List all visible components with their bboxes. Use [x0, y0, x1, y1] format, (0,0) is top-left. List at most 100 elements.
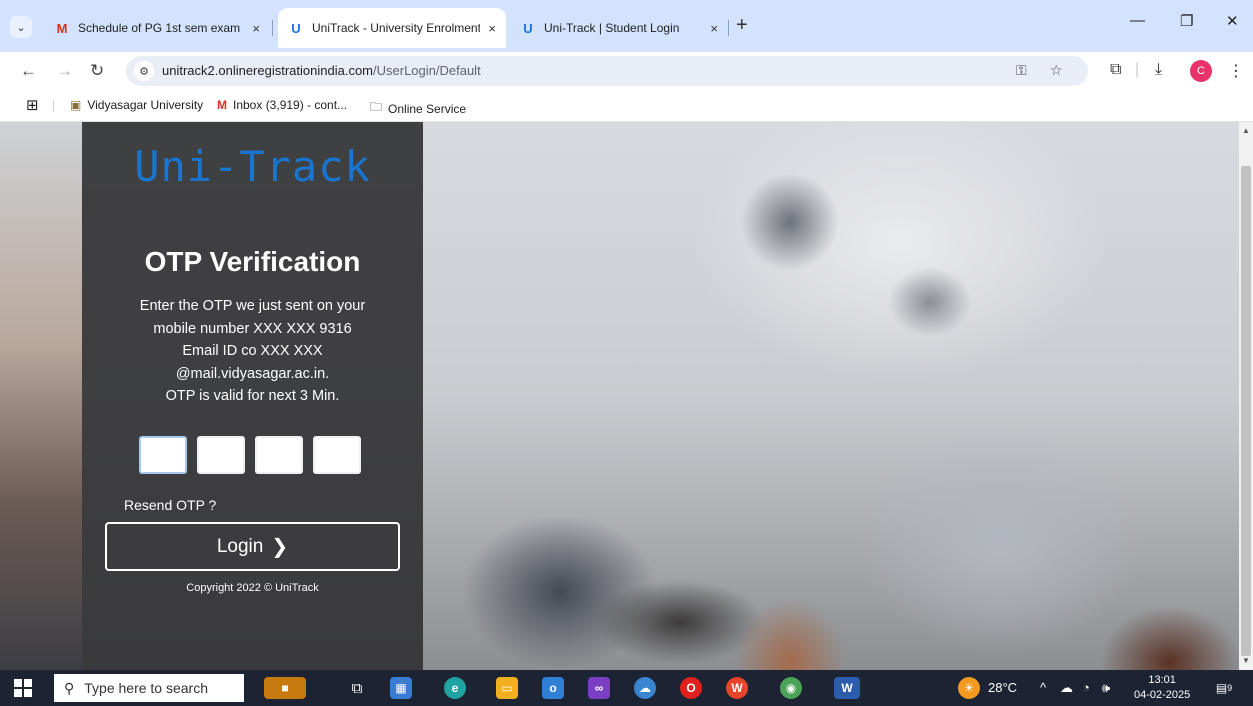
profile-avatar[interactable]: C — [1190, 60, 1212, 82]
scrollbar-thumb[interactable] — [1241, 166, 1251, 656]
briefcase-icon[interactable]: ■ — [264, 677, 306, 699]
cloud-icon[interactable]: ☁ — [634, 677, 656, 699]
instruction-line: mobile number XXX XXX 9316 — [153, 320, 352, 337]
onedrive-icon[interactable]: ☁ — [1060, 680, 1073, 696]
search-icon: ⚲ — [64, 679, 75, 696]
wifi-icon[interactable]: ◔ — [1082, 680, 1090, 695]
url-path: /UserLogin/Default — [373, 63, 481, 78]
weather-icon[interactable]: ☀ — [958, 677, 980, 699]
minimize-icon[interactable]: — — [1130, 12, 1145, 29]
download-icon[interactable]: ⤓ — [1155, 61, 1162, 79]
tab-title: UniTrack - University Enrolment — [312, 21, 481, 35]
otp-instructions: Enter the OTP we just sent on your mobil… — [82, 295, 423, 408]
brand-logo: Uni-Track — [134, 142, 371, 191]
address-bar[interactable]: ⚙ unitrack2.onlineregistrationindia.com/… — [126, 56, 1088, 86]
instruction-line: OTP is valid for next 3 Min. — [165, 388, 340, 404]
page-title: OTP Verification — [144, 246, 361, 277]
background-image — [0, 122, 82, 670]
notification-count: 9 — [1227, 683, 1233, 693]
tab-title: Schedule of PG 1st sem exam 2 — [78, 21, 245, 35]
bookmark-star-icon[interactable]: ☆ — [1050, 62, 1063, 79]
system-clock[interactable]: 13:01 04-02-2025 — [1134, 673, 1190, 703]
bookmarks-divider: | — [52, 98, 56, 112]
scroll-up-icon[interactable]: ▲ — [1242, 126, 1250, 135]
url-text[interactable]: unitrack2.onlineregistrationindia.com/Us… — [162, 63, 481, 78]
password-key-icon[interactable]: ⚿ — [1016, 62, 1027, 79]
taskbar-search[interactable]: ⚲ Type here to search — [54, 674, 244, 702]
copyright-text: Copyright 2022 © UniTrack — [186, 582, 319, 594]
word-icon[interactable]: W — [834, 677, 860, 699]
otp-digit-4-input[interactable] — [313, 436, 361, 474]
task-view-icon[interactable]: ⧉ — [346, 677, 368, 699]
forward-icon[interactable]: → — [56, 61, 73, 81]
chevron-down-icon: ⌄ — [16, 21, 26, 34]
notification-icon[interactable]: ▤ 9 — [1214, 678, 1234, 698]
tab-divider — [728, 20, 729, 36]
bookmark-online-service[interactable]: 🗀 Online Service — [370, 98, 466, 119]
unitrack-icon: U — [523, 20, 533, 36]
folder-icon: 🗀 — [370, 100, 383, 114]
close-tab-icon[interactable]: × — [488, 21, 496, 36]
unitrack-icon: U — [291, 20, 301, 36]
apps-grid-icon[interactable]: ⊞ — [26, 96, 39, 114]
login-label: Login — [216, 535, 264, 557]
wps-icon[interactable]: W — [726, 677, 748, 699]
file-explorer-icon[interactable]: ▭ — [496, 677, 518, 699]
chrome-icon[interactable]: ◉ — [780, 677, 802, 699]
toolbar-divider: | — [1135, 61, 1140, 78]
opera-icon[interactable]: O — [680, 677, 702, 699]
login-button[interactable]: Login ❯ — [105, 522, 400, 571]
outlook-icon[interactable]: o — [542, 677, 564, 699]
resend-otp-link[interactable]: Resend OTP ? — [124, 497, 216, 513]
restore-icon[interactable]: ❐ — [1180, 12, 1193, 30]
page-viewport: Uni-Track OTP Verification Enter the OTP… — [0, 122, 1253, 670]
otp-digit-1-input[interactable] — [139, 436, 187, 474]
bookmarks-bar: ⊞ | ▣ Vidyasagar University M Inbox (3,9… — [0, 90, 1253, 122]
tab-search-button[interactable]: ⌄ — [10, 16, 32, 38]
volume-icon[interactable]: 🕪 — [1102, 680, 1110, 696]
tab-title: Uni-Track | Student Login — [544, 21, 680, 35]
chevron-right-icon: ❯ — [271, 536, 289, 558]
new-tab-button[interactable]: + — [736, 14, 748, 37]
tab-gmail-schedule[interactable]: M Schedule of PG 1st sem exam 2 × — [44, 12, 270, 44]
menu-kebab-icon[interactable]: ⋮ — [1228, 61, 1244, 81]
url-host: unitrack2.onlineregistrationindia.com — [162, 63, 374, 78]
bookmark-inbox[interactable]: M Inbox (3,919) - cont... — [217, 98, 347, 112]
weather-temp[interactable]: 28°C — [988, 680, 1017, 695]
extensions-icon[interactable]: ⧉ — [1110, 61, 1121, 79]
university-logo-icon: ▣ — [70, 98, 82, 112]
bookmark-label: Online Service — [388, 101, 467, 116]
gmail-icon: M — [56, 20, 68, 36]
gmail-icon: M — [217, 98, 227, 112]
scroll-down-icon[interactable]: ▼ — [1242, 656, 1250, 665]
store-icon[interactable]: ▦ — [390, 677, 412, 699]
windows-taskbar: ⚲ Type here to search ■ ⧉ ▦ e ▭ o ∞ ☁ O … — [0, 670, 1253, 706]
site-info-icon[interactable]: ⚙ — [134, 61, 154, 81]
close-window-icon[interactable]: ✕ — [1226, 12, 1239, 30]
browser-toolbar: ← → ↻ ⚙ unitrack2.onlineregistrationindi… — [0, 52, 1253, 90]
windows-start-icon[interactable] — [14, 679, 32, 697]
bookmark-label: Inbox (3,919) - cont... — [233, 98, 348, 112]
back-icon[interactable]: ← — [20, 61, 37, 81]
close-tab-icon[interactable]: × — [710, 21, 718, 36]
instruction-line: @mail.vidyasagar.ac.in. — [175, 365, 330, 382]
close-tab-icon[interactable]: × — [252, 21, 260, 36]
clock-time: 13:01 — [1148, 674, 1176, 686]
tab-unitrack-enrolment[interactable]: U UniTrack - University Enrolment × — [278, 8, 506, 48]
clock-date: 04-02-2025 — [1134, 689, 1191, 701]
bookmark-label: Vidyasagar University — [87, 98, 204, 112]
tab-divider — [272, 20, 273, 36]
otp-panel: Uni-Track OTP Verification Enter the OTP… — [82, 122, 423, 670]
tab-strip: ⌄ M Schedule of PG 1st sem exam 2 × U Un… — [0, 0, 1253, 52]
edge-icon[interactable]: e — [444, 677, 466, 699]
otp-digit-2-input[interactable] — [197, 436, 245, 474]
bookmark-vidyasagar[interactable]: ▣ Vidyasagar University — [70, 98, 203, 112]
otp-digit-3-input[interactable] — [255, 436, 303, 474]
reload-icon[interactable]: ↻ — [90, 61, 104, 81]
tray-chevron-up-icon[interactable]: ^ — [1040, 680, 1046, 695]
page-scrollbar[interactable]: ▲ ▼ — [1239, 122, 1253, 670]
visual-studio-icon[interactable]: ∞ — [588, 677, 610, 699]
search-placeholder: Type here to search — [84, 680, 209, 696]
tab-unitrack-login[interactable]: U Uni-Track | Student Login × — [510, 12, 728, 44]
instruction-line: Enter the OTP we just sent on your — [139, 298, 366, 314]
